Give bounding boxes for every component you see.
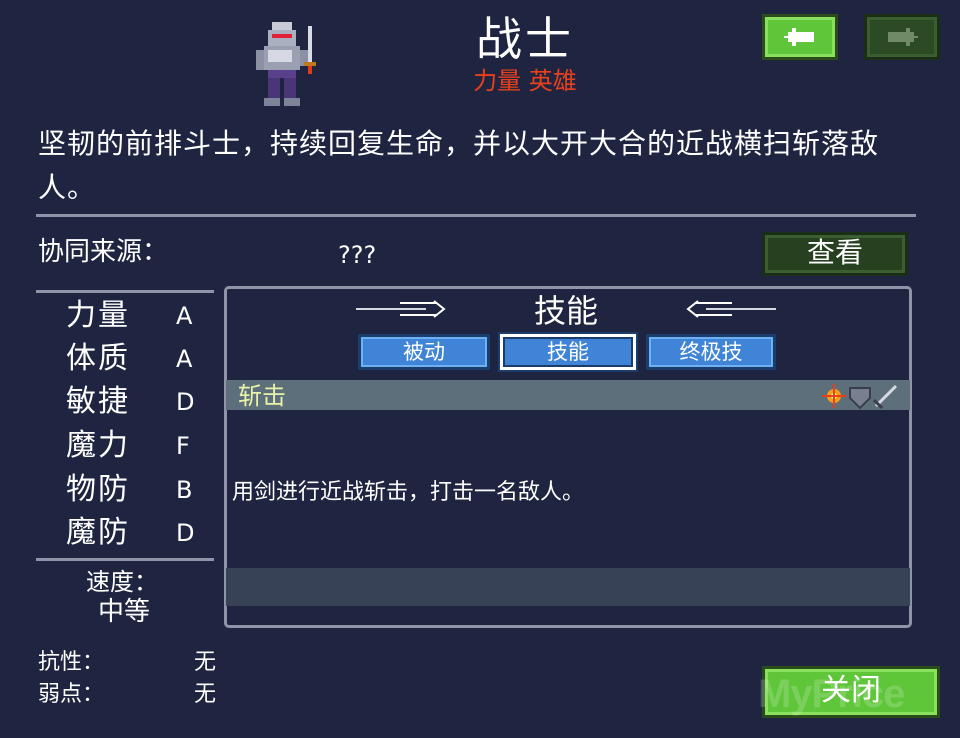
- stats-divider-top: [36, 290, 214, 293]
- skill-name: 斩击: [238, 382, 286, 410]
- view-synergy-button[interactable]: 查看: [762, 232, 908, 276]
- synergy-label: 协同来源：: [38, 237, 169, 267]
- stat-row-magic: 魔力 F: [66, 424, 196, 468]
- resistance-label: 抗性：: [38, 650, 105, 675]
- tab-ultimate[interactable]: 终极技: [646, 334, 776, 370]
- speed-label: 速度：: [86, 568, 158, 596]
- hero-name: 战士: [476, 12, 574, 66]
- weakness-value: 无: [194, 682, 217, 707]
- previous-hero-button[interactable]: [762, 14, 838, 60]
- stat-row-constitution: 体质 A: [66, 337, 196, 381]
- skills-heading: 技能: [533, 292, 598, 330]
- next-hero-button[interactable]: [864, 14, 940, 60]
- stat-row-physical-defense: 物防 B: [66, 468, 196, 512]
- arrow-right-icon: [888, 28, 918, 46]
- stat-row-magic-defense: 魔防 D: [66, 511, 196, 555]
- watermark: MyPrice: [758, 672, 905, 716]
- stat-grade: D: [176, 519, 195, 547]
- stat-grade: B: [176, 476, 193, 504]
- selected-skill-bar[interactable]: [226, 380, 910, 410]
- stat-name: 物防: [66, 472, 130, 507]
- stat-name: 魔力: [66, 428, 130, 463]
- tab-passive[interactable]: 被动: [358, 334, 490, 370]
- hero-header: 战士 力量 英雄: [420, 10, 630, 96]
- skill-description: 用剑进行近战斩击，打击一名敌人。: [232, 480, 585, 505]
- stat-grade: F: [176, 432, 190, 460]
- stat-name: 力量: [66, 298, 130, 333]
- stat-name: 敏捷: [66, 384, 130, 419]
- decorative-arrow-right-icon: [356, 298, 446, 320]
- stat-name: 体质: [66, 341, 130, 376]
- weakness-label: 弱点：: [38, 682, 105, 707]
- stat-grade: A: [176, 302, 193, 330]
- resistance-value: 无: [194, 650, 217, 675]
- speed-value: 中等: [98, 597, 151, 627]
- synergy-value: ???: [338, 241, 377, 269]
- stat-row-agility: 敏捷 D: [66, 380, 196, 424]
- divider: [36, 214, 916, 217]
- warrior-sprite-icon: [248, 18, 320, 106]
- stats-divider-bottom: [36, 558, 214, 561]
- hero-description: 坚韧的前排斗士，持续回复生命，并以大开大合的近战横扫斩落敌人。: [38, 127, 880, 204]
- stat-name: 魔防: [66, 515, 130, 550]
- stat-grade: A: [176, 345, 193, 373]
- hero-tags: 力量 英雄: [473, 67, 577, 95]
- skill-element-icons: [822, 382, 900, 414]
- tab-skill[interactable]: 技能: [500, 334, 636, 370]
- shield-icon: [849, 387, 871, 410]
- stat-grade: D: [176, 388, 195, 416]
- arrow-left-icon: [784, 28, 814, 46]
- stat-row-strength: 力量 A: [66, 294, 196, 338]
- sword-icon: [872, 384, 898, 410]
- decorative-arrow-left-icon: [686, 298, 776, 320]
- fire-icon: [822, 384, 846, 408]
- skill-panel-footer: [226, 568, 910, 606]
